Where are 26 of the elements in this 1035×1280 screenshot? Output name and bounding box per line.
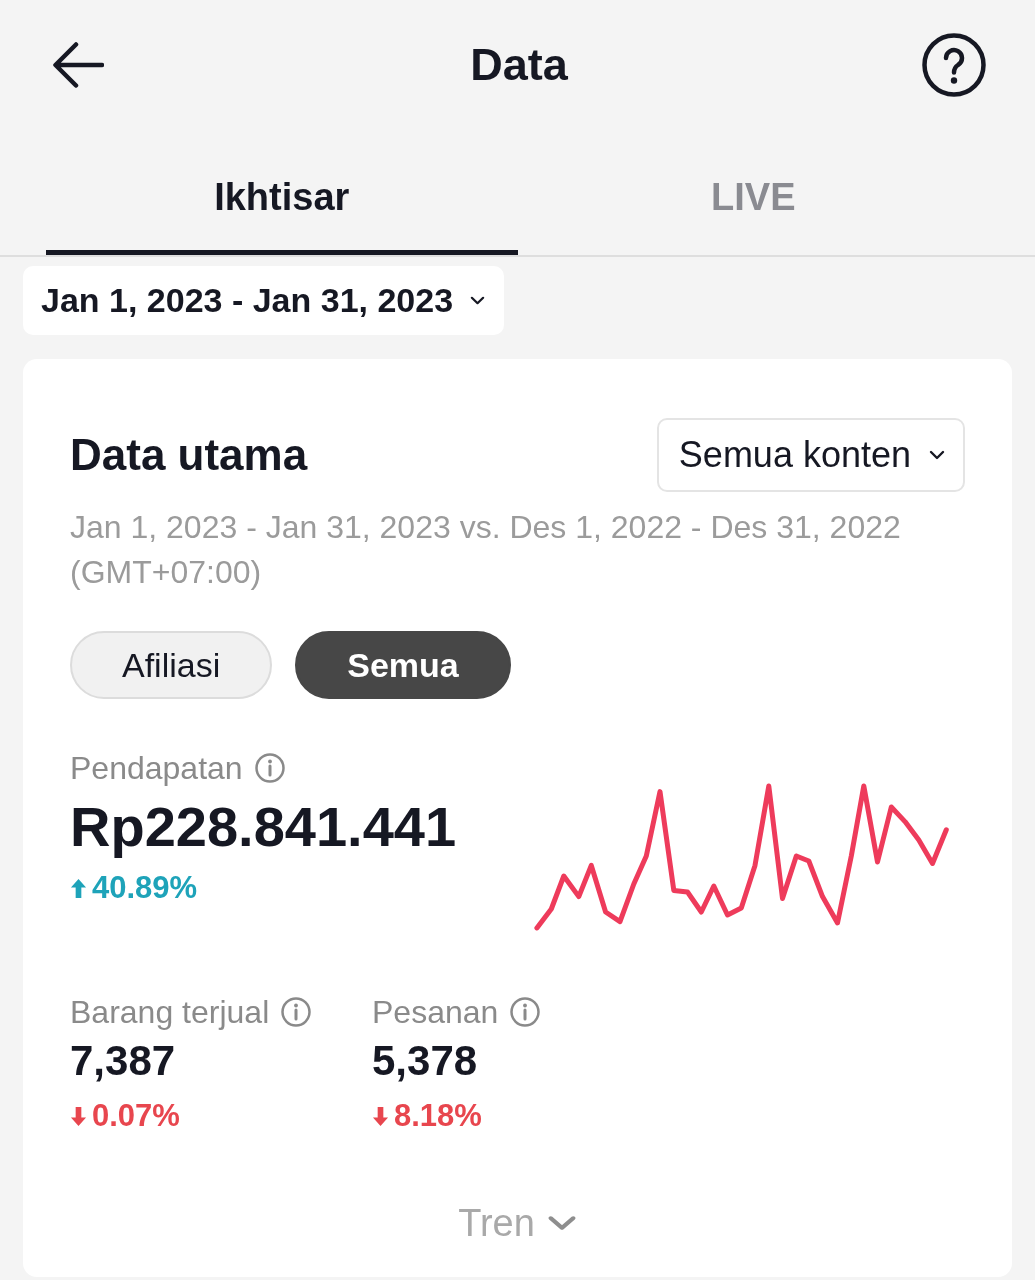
metric-value: Rp228.841.441 xyxy=(70,797,457,857)
metric-change: 0.07% xyxy=(92,1098,180,1134)
chevron-down-icon xyxy=(929,450,945,460)
dropdown-label: Semua konten xyxy=(678,434,911,476)
metric-change: 40.89% xyxy=(92,870,198,906)
content-filter-dropdown[interactable]: Semua konten xyxy=(656,418,965,492)
chevron-down-icon xyxy=(470,296,486,305)
comparison-period-text: Jan 1, 2023 - Jan 31, 2023 vs. Des 1, 2022 - Des 31, 2022 (GMT+07:00) xyxy=(70,508,902,592)
filter-chip[interactable]: Semua xyxy=(295,631,511,699)
metric-value: 5,378 xyxy=(372,1036,478,1086)
metric-value: 7,387 xyxy=(70,1036,176,1086)
page-title: Data xyxy=(470,38,568,92)
info-icon[interactable] xyxy=(510,997,541,1027)
section-title: Data utama xyxy=(70,429,308,481)
help-icon[interactable] xyxy=(922,33,986,97)
metric-label: Pendapatan xyxy=(70,749,243,788)
date-range-picker[interactable]: Jan 1, 2023 - Jan 31, 2023 xyxy=(23,266,505,335)
tab[interactable]: Ikhtisar xyxy=(46,130,518,255)
back-arrow-icon[interactable] xyxy=(52,42,104,88)
info-icon[interactable] xyxy=(254,753,285,783)
metric-label: Pesanan xyxy=(372,993,499,1032)
filter-chip[interactable]: Afiliasi xyxy=(70,631,273,699)
date-range-label: Jan 1, 2023 - Jan 31, 2023 xyxy=(41,281,454,320)
metric-label: Barang terjual xyxy=(70,993,270,1032)
info-icon[interactable] xyxy=(281,997,312,1027)
metric-change: 8.18% xyxy=(394,1098,482,1134)
